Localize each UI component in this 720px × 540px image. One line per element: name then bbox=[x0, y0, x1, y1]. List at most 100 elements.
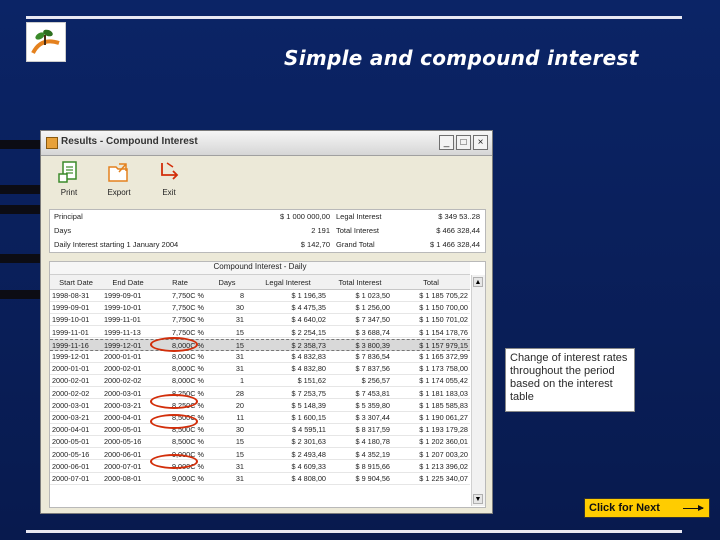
table-row[interactable]: 2000-05-01 2000-05-16 8,500C % 15 $ 2 301,63… bbox=[50, 436, 470, 449]
col-header[interactable]: Days bbox=[206, 278, 248, 287]
table-cell: $ 4 808,00 bbox=[291, 474, 327, 483]
table-cell: $ 1 190 061,27 bbox=[419, 413, 468, 422]
table-cell: 30 bbox=[235, 425, 244, 435]
window-title: Results - Compound Interest bbox=[61, 136, 198, 147]
export-button[interactable]: Export bbox=[101, 160, 137, 197]
col-header[interactable]: Rate bbox=[154, 278, 206, 287]
table-cell: 31 bbox=[235, 364, 244, 374]
table-cell: $ 4 352,19 bbox=[355, 449, 391, 459]
col-header[interactable]: Start Date bbox=[50, 278, 102, 287]
table-cell: 15 bbox=[235, 449, 244, 459]
table-cell: $ 7 347,50 bbox=[355, 315, 391, 325]
highlight-oval bbox=[150, 454, 198, 469]
next-button-label: Click for Next bbox=[589, 502, 660, 514]
table-row[interactable]: 2000-02-01 2000-02-02 8,000C % 1 $ 151,62 $ 2… bbox=[50, 375, 470, 388]
print-label: Print bbox=[60, 188, 78, 197]
table-cell: 2000-03-21 bbox=[104, 400, 142, 410]
table-cell: $ 4 595,11 bbox=[292, 425, 326, 435]
table-cell: 1999-12-01 bbox=[104, 340, 142, 350]
table-cell: 2000-05-16 bbox=[52, 449, 90, 459]
table-row[interactable]: 2000-06-01 2000-07-01 9,000C % 31 $ 4 609,33… bbox=[50, 461, 470, 473]
table-cell: $ 1 174 055,42 bbox=[419, 376, 468, 386]
app-icon bbox=[46, 137, 58, 149]
slide: Simple and compound interest Results - C… bbox=[0, 0, 720, 540]
table-cell: $ 3 307,44 bbox=[355, 413, 391, 422]
table-header: Start Date End Date Rate Days Legal Inte… bbox=[50, 275, 470, 290]
table-row[interactable]: 2000-01-01 2000-02-01 8,000C % 31 $ 4 832,80… bbox=[50, 363, 470, 375]
table-cell: 2000-01-01 bbox=[52, 364, 90, 374]
table-cell: $ 2 254,15 bbox=[291, 327, 327, 337]
table-cell: $ 256,57 bbox=[361, 376, 390, 386]
table-cell: 2000-06-01 bbox=[52, 461, 90, 471]
table-cell: 8,500C % bbox=[171, 437, 204, 447]
table-cell: $ 1 157 979,15 bbox=[419, 340, 468, 350]
table-row[interactable]: 1999-11-16 1999-12-01 8,000C % 15 $ 2 358,73… bbox=[50, 338, 470, 351]
table-cell: 2000-02-02 bbox=[104, 376, 142, 386]
table-cell: 30 bbox=[235, 303, 244, 313]
table-cell: $ 1 150 700,00 bbox=[419, 303, 468, 313]
print-button[interactable]: Print bbox=[51, 160, 87, 197]
callout-note: Change of interest rates throughout the … bbox=[505, 348, 635, 412]
total-interest-value: $ 466 328,44 bbox=[436, 226, 480, 235]
table-cell: 7,750C % bbox=[171, 303, 204, 313]
table-cell: 1999-11-16 bbox=[52, 340, 89, 350]
table-row[interactable]: 1999-09-01 1999-10-01 7,750C % 30 $ 4 475,35… bbox=[50, 302, 470, 314]
window-titlebar[interactable]: Results - Compound Interest _ □ × bbox=[41, 131, 492, 156]
col-header[interactable]: Legal Interest bbox=[248, 278, 328, 287]
interest-table: Compound Interest - Daily Start Date End… bbox=[49, 261, 486, 508]
table-cell: 1999-12-01 bbox=[52, 352, 90, 361]
table-cell: $ 8 317,59 bbox=[355, 425, 391, 435]
export-label: Export bbox=[107, 188, 131, 197]
table-row[interactable]: 2000-03-21 2000-04-01 8,500C % 11 $ 1 600,15… bbox=[50, 412, 470, 424]
table-cell: 11 bbox=[236, 413, 244, 422]
table-cell: $ 1 185 585,83 bbox=[419, 400, 468, 410]
table-row[interactable]: 1999-10-01 1999-11-01 7,750C % 31 $ 4 640,02… bbox=[50, 314, 470, 327]
table-cell: $ 1 207 003,20 bbox=[419, 449, 468, 459]
top-rule bbox=[26, 16, 682, 19]
maximize-button[interactable]: □ bbox=[456, 135, 471, 150]
exit-button[interactable]: Exit bbox=[151, 160, 187, 197]
col-header[interactable]: End Date bbox=[102, 278, 154, 287]
table-row[interactable]: 1998-08-31 1999-09-01 7,750C % 8 $ 1 196,35 $… bbox=[50, 290, 470, 302]
table-caption: Compound Interest - Daily bbox=[50, 262, 470, 275]
col-header[interactable]: Total bbox=[392, 278, 470, 287]
next-button[interactable]: Click for Next bbox=[584, 498, 710, 518]
table-row[interactable]: 2000-07-01 2000-08-01 9,000C % 31 $ 4 808,00… bbox=[50, 473, 470, 485]
table-cell: 1999-09-01 bbox=[52, 303, 90, 313]
slide-title: Simple and compound interest bbox=[284, 46, 639, 70]
table-cell: $ 1 154 178,76 bbox=[419, 327, 468, 337]
table-cell: 2000-05-01 bbox=[52, 437, 90, 447]
table-row[interactable]: 2000-04-01 2000-05-01 8,500C % 30 $ 4 595,11… bbox=[50, 424, 470, 436]
close-button[interactable]: × bbox=[473, 135, 488, 150]
table-cell: $ 5 148,39 bbox=[291, 400, 327, 410]
table-cell: $ 4 832,83 bbox=[291, 352, 327, 361]
table-cell: 2000-03-01 bbox=[104, 388, 142, 398]
table-cell: 1999-11-13 bbox=[104, 327, 141, 337]
table-cell: 1999-10-01 bbox=[104, 303, 142, 313]
table-cell: $ 1 173 758,00 bbox=[419, 364, 468, 374]
table-row[interactable]: 2000-03-01 2000-03-21 8,250C % 20 $ 5 148,39… bbox=[50, 400, 470, 412]
table-cell: 15 bbox=[235, 340, 244, 350]
table-cell: 8 bbox=[239, 291, 244, 300]
daily-interest-value: $ 142,70 bbox=[300, 240, 330, 249]
table-cell: $ 1 185 705,22 bbox=[419, 291, 468, 300]
table-cell: 7,750C % bbox=[171, 315, 204, 325]
results-window: Results - Compound Interest _ □ × Print bbox=[40, 130, 493, 514]
table-cell: $ 1 193 179,28 bbox=[419, 425, 468, 435]
table-cell: 2000-08-01 bbox=[104, 474, 142, 483]
minimize-button[interactable]: _ bbox=[439, 135, 454, 150]
scroll-down-icon[interactable]: ▼ bbox=[473, 494, 483, 504]
table-scrollbar[interactable]: ▲ ▼ bbox=[471, 275, 485, 506]
table-cell: 7,750C % bbox=[171, 327, 204, 337]
table-row[interactable]: 1999-12-01 2000-01-01 8,000C % 31 $ 4 832,83… bbox=[50, 351, 470, 363]
table-cell: $ 7 453,81 bbox=[355, 388, 391, 398]
col-header[interactable]: Total Interest bbox=[328, 278, 392, 287]
bottom-rule bbox=[26, 530, 682, 533]
scroll-up-icon[interactable]: ▲ bbox=[473, 277, 483, 287]
table-row[interactable]: 2000-05-16 2000-06-01 9,000C % 15 $ 2 493,48… bbox=[50, 449, 470, 461]
summary-row: Daily Interest starting 1 January 2004 $… bbox=[50, 238, 485, 251]
highlight-oval bbox=[150, 414, 198, 429]
table-cell: 2000-03-21 bbox=[52, 413, 90, 422]
table-row[interactable]: 1999-11-01 1999-11-13 7,750C % 15 $ 2 254,15… bbox=[50, 327, 470, 339]
table-row[interactable]: 2000-02-02 2000-03-01 8,250C % 28 $ 7 253,75… bbox=[50, 388, 470, 400]
